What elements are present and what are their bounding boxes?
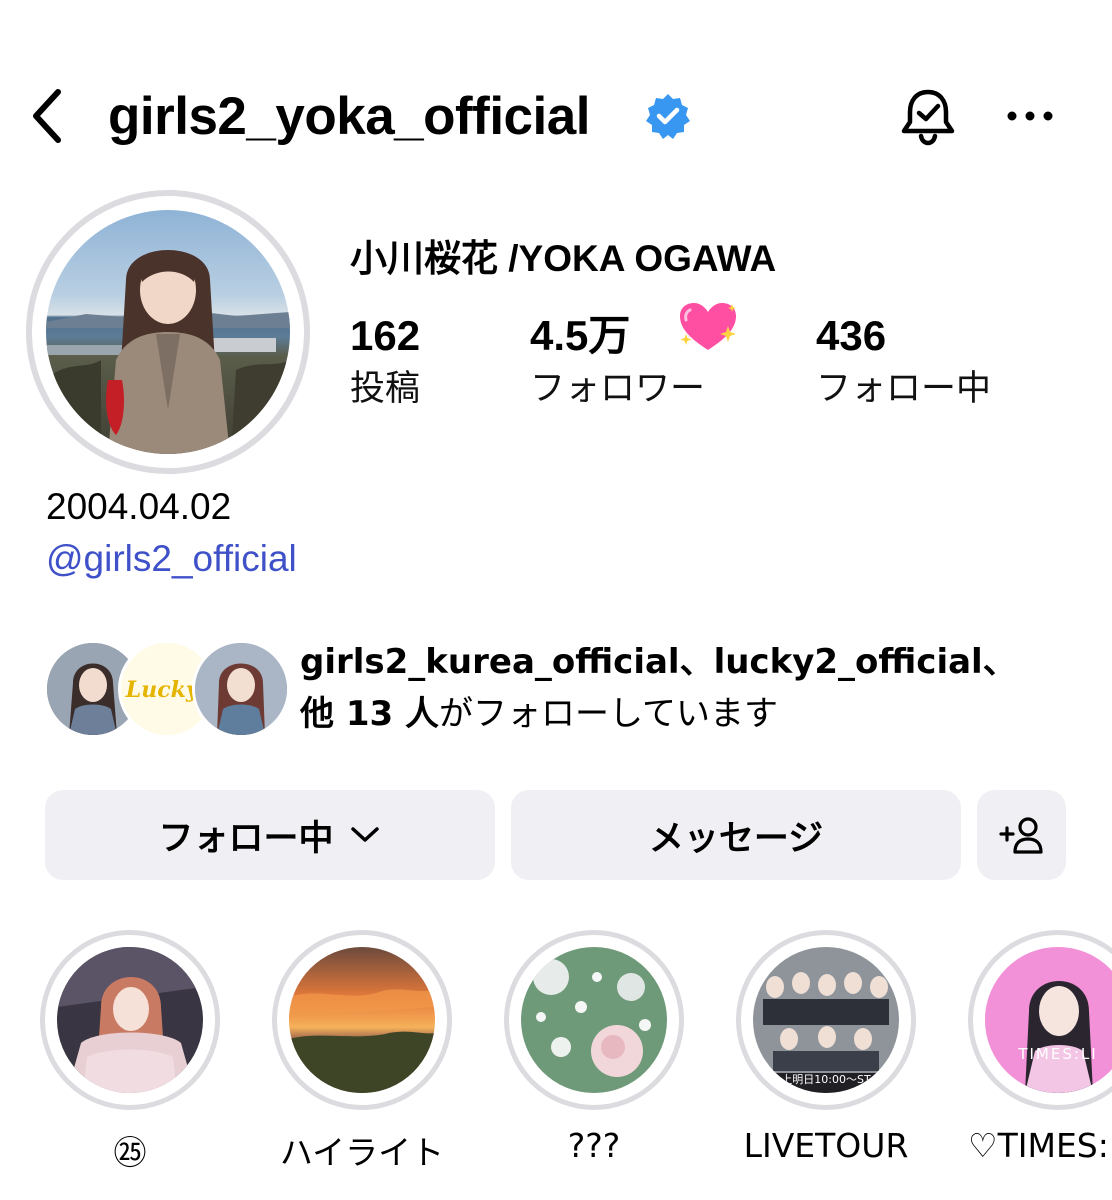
following-count-label: フォロー中 xyxy=(816,369,992,409)
highlight-label: ハイライト xyxy=(279,1133,445,1172)
highlight-cover: TIMES:LI xyxy=(985,947,1112,1093)
highlight-cover xyxy=(521,947,667,1093)
chevron-left-icon xyxy=(33,89,61,143)
back-button[interactable] xyxy=(18,84,74,148)
story-highlight[interactable]: ㉕ xyxy=(40,930,230,1174)
message-button-label: メッセージ xyxy=(648,818,824,859)
followed-by-suffix: がフォローしています xyxy=(439,694,778,734)
story-highlight[interactable]: 上明日10:00～ST LIVETOUR xyxy=(736,930,926,1165)
story-highlight[interactable]: ??? xyxy=(504,930,694,1165)
highlight-cover xyxy=(57,947,203,1093)
highlight-cover-ring: TIMES:LI xyxy=(968,930,1112,1110)
highlight-overlay-text: TIMES:LI xyxy=(1018,1045,1098,1063)
following-count[interactable]: 436 フォロー中 xyxy=(816,308,991,414)
chevron-down-icon xyxy=(350,827,379,842)
profile-avatar[interactable] xyxy=(26,190,310,474)
mutual-followers-avatars[interactable]: Lucky² xyxy=(44,640,290,738)
more-options-button[interactable] xyxy=(996,90,1064,142)
highlight-overlay-text: 上明日10:00～ST xyxy=(781,1073,871,1086)
profile-photo-illustration xyxy=(46,250,290,454)
following-count-value: 436 xyxy=(816,312,887,359)
following-dropdown-button[interactable]: フォロー中 xyxy=(45,790,495,880)
highlight-label: ㉕ xyxy=(113,1133,147,1172)
bio-mention-link[interactable]: @girls2_official xyxy=(46,538,297,580)
bell-check-icon xyxy=(901,89,955,146)
suggested-users-button[interactable] xyxy=(977,790,1066,880)
followed-by-others-count[interactable]: 他 13 人 xyxy=(300,694,439,734)
add-user-icon xyxy=(998,817,1043,854)
posts-count-value: 162 xyxy=(350,312,421,359)
highlight-cover-ring xyxy=(40,930,220,1110)
notification-bell-button[interactable] xyxy=(894,82,962,150)
highlight-cover-ring: 上明日10:00～ST xyxy=(736,930,916,1110)
message-button[interactable]: メッセージ xyxy=(511,790,961,880)
story-highlight[interactable]: TIMES:LI ♡TIMES:L xyxy=(968,930,1112,1165)
highlight-label: ♡TIMES:L xyxy=(968,1126,1112,1165)
posts-count[interactable]: 162 投稿 xyxy=(350,308,420,414)
story-highlight[interactable]: ハイライト xyxy=(272,930,462,1174)
following-button-label: フォロー中 xyxy=(158,818,334,859)
profile-photo xyxy=(46,210,290,454)
highlight-cover-ring xyxy=(272,930,452,1110)
sparkling-heart-icon xyxy=(680,303,736,350)
highlight-cover: 上明日10:00～ST xyxy=(753,947,899,1093)
highlight-label: LIVETOUR xyxy=(743,1126,909,1165)
bio-birthdate: 2004.04.02 xyxy=(46,486,232,527)
followers-count-label: フォロワー xyxy=(530,369,706,409)
mutual-avatar xyxy=(192,640,290,738)
highlight-cover xyxy=(289,947,435,1093)
profile-display-name: 小川桜花 /YOKA OGAWA xyxy=(350,238,777,279)
highlight-label: ??? xyxy=(567,1126,621,1165)
profile-username: girls2_yoka_official xyxy=(108,86,590,146)
posts-count-label: 投稿 xyxy=(350,369,421,409)
verified-badge-icon xyxy=(646,94,690,139)
followed-by-text[interactable]: girls2_kurea_official、lucky2_official、 他… xyxy=(300,636,1080,740)
followed-by-accounts[interactable]: girls2_kurea_official、lucky2_official、 xyxy=(300,642,1017,682)
more-horizontal-icon xyxy=(1007,111,1053,121)
highlight-cover-ring xyxy=(504,930,684,1110)
